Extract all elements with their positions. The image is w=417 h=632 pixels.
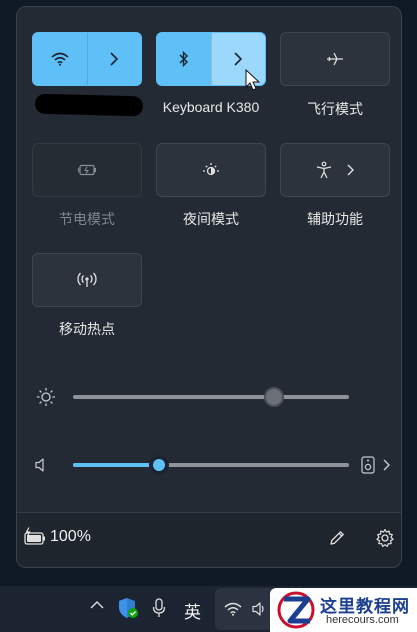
brightness-slider[interactable] — [73, 385, 349, 409]
microphone-tray[interactable] — [152, 598, 166, 618]
quick-settings-footer: 100% — [17, 512, 401, 567]
quick-settings-panel: Keyboard K380 飞行模式 节电模式 夜间模式 辅助功能 移动热点 1… — [16, 6, 402, 568]
speaker-icon — [252, 602, 264, 616]
wifi-toggle[interactable] — [33, 33, 87, 85]
show-hidden-icons-button[interactable] — [90, 600, 104, 610]
input-method-button[interactable]: 英 — [184, 598, 201, 623]
bluetooth-label: Keyboard K380 — [162, 99, 260, 115]
brightness-thumb[interactable] — [264, 387, 284, 407]
battery-charging-icon — [24, 527, 45, 545]
watermark: 这里教程网 herecours.com — [270, 588, 417, 632]
audio-output-button[interactable] — [361, 455, 395, 475]
wifi-icon — [224, 602, 242, 616]
mouse-cursor-icon — [245, 69, 261, 91]
hotspot-icon — [77, 272, 97, 287]
wifi-icon — [51, 52, 69, 66]
battery-saver-label: 节电模式 — [59, 211, 115, 227]
battery-saver-icon — [77, 164, 96, 176]
mobile-hotspot-tile[interactable] — [32, 253, 142, 307]
wifi-tile[interactable] — [32, 32, 142, 86]
airplane-icon — [327, 52, 343, 66]
windows-security-tray[interactable] — [117, 597, 139, 619]
airplane-mode-tile[interactable] — [280, 32, 390, 86]
chevron-right-icon — [234, 52, 243, 66]
battery-status[interactable]: 100% — [23, 527, 91, 547]
night-light-icon — [203, 163, 219, 176]
wifi-expand-button[interactable] — [86, 33, 142, 85]
volume-slider[interactable] — [73, 453, 349, 477]
gear-icon — [376, 528, 394, 547]
chevron-right-icon — [383, 459, 390, 471]
chevron-right-icon — [110, 52, 119, 66]
chevron-right-icon — [347, 164, 354, 176]
security-shield-icon — [119, 598, 138, 618]
accessibility-icon — [316, 161, 332, 179]
night-light-tile[interactable] — [156, 143, 266, 197]
network-volume-tray[interactable] — [215, 588, 275, 630]
airplane-mode-label: 飞行模式 — [307, 101, 363, 117]
bluetooth-icon — [179, 51, 188, 67]
settings-button[interactable] — [375, 528, 395, 553]
watermark-url: herecours.com — [326, 614, 399, 626]
bluetooth-toggle[interactable] — [157, 33, 211, 85]
watermark-logo — [277, 591, 315, 629]
volume-fill — [73, 463, 159, 467]
volume-thumb[interactable] — [149, 455, 169, 475]
edit-quick-settings-button[interactable] — [328, 529, 346, 552]
microphone-icon — [152, 598, 166, 617]
brightness-icon — [37, 388, 55, 406]
battery-percent: 100% — [50, 528, 91, 545]
chevron-up-icon — [90, 601, 104, 609]
speaker-icon — [35, 458, 44, 472]
accessibility-label: 辅助功能 — [307, 211, 363, 227]
mobile-hotspot-label: 移动热点 — [59, 321, 115, 337]
ime-label: 英 — [184, 603, 201, 622]
brightness-track — [73, 395, 349, 399]
night-light-label: 夜间模式 — [183, 211, 239, 227]
accessibility-tile[interactable] — [280, 143, 390, 197]
wifi-network-name-redacted — [34, 93, 144, 117]
speaker-device-icon — [361, 456, 375, 474]
pencil-icon — [330, 531, 344, 545]
battery-saver-tile — [32, 143, 142, 197]
